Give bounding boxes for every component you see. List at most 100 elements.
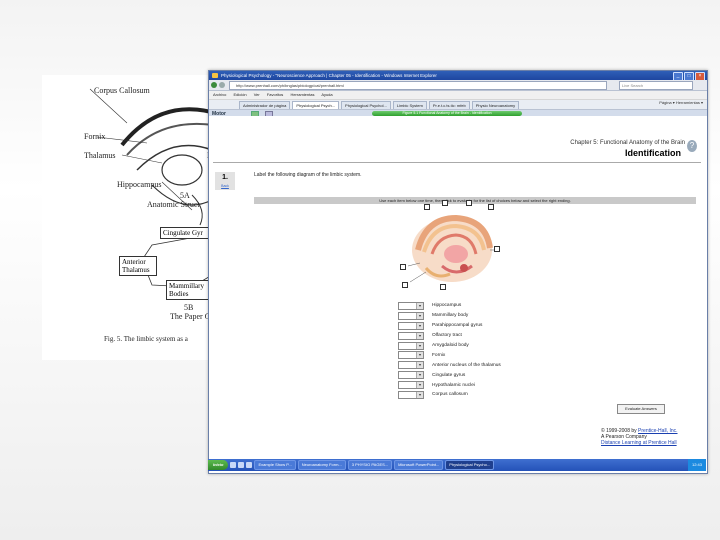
menu-item-edicion[interactable]: Edición <box>233 92 246 97</box>
answer-option: Anterior nucleus of the thalamus <box>432 362 501 368</box>
callout-box-1[interactable] <box>424 204 430 210</box>
figure-caption: Fig. 5. The limbic system as a <box>104 335 188 343</box>
answer-row: ▾ Olfactory tract <box>398 331 501 341</box>
label-paper-circuit: The Paper Ci <box>170 312 213 321</box>
dropdown-arrow-icon[interactable]: ▾ <box>416 362 423 369</box>
answer-option: Hippocampus <box>432 303 462 309</box>
menu-bar: Archivo Edición Ver Favoritos Herramient… <box>209 91 707 100</box>
answer-row: ▾ Cingulate gyrus <box>398 370 501 380</box>
question-number-text: 1. <box>222 174 228 181</box>
chapter-title: Chapter 5: Functional Anatomy of the Bra… <box>570 140 685 146</box>
tab-limbic-system[interactable]: Limbic System <box>392 101 427 109</box>
callout-box-4[interactable] <box>488 204 494 210</box>
dropdown-arrow-icon[interactable]: ▾ <box>416 372 423 379</box>
answer-option: Mammillary body <box>432 313 469 319</box>
answer-select[interactable]: ▾ <box>398 341 424 350</box>
divider <box>213 162 701 163</box>
dropdown-arrow-icon[interactable]: ▾ <box>416 322 423 329</box>
start-button[interactable]: Inicio <box>208 460 229 470</box>
question-back-link[interactable]: Back <box>215 184 235 188</box>
menu-item-ayuda[interactable]: Ayuda <box>321 92 332 97</box>
answer-row: ▾ Corpus callosum <box>398 390 501 400</box>
answer-row: ▾ Parahippocampal gyrus <box>398 321 501 331</box>
section-title: Identification <box>625 148 681 158</box>
answer-select[interactable]: ▾ <box>398 351 424 360</box>
title-bar: Physiological Psychology - "Neuroscience… <box>209 71 707 81</box>
label-hippocampus: Hippocampus <box>117 180 162 189</box>
answer-option: Amygdaloid body <box>432 343 469 348</box>
browser-window: Physiological Psychology - "Neuroscience… <box>208 70 708 474</box>
address-bar[interactable]: http://www.prenhall.com/ph/bnglas/pbiolo… <box>229 81 607 90</box>
dropdown-arrow-icon[interactable]: ▾ <box>416 391 423 398</box>
dropdown-arrow-icon[interactable]: ▾ <box>416 342 423 349</box>
brain-illustration <box>407 214 496 283</box>
menu-item-ver[interactable]: Ver <box>254 92 260 97</box>
search-input[interactable]: Live Search <box>619 81 693 90</box>
answer-select[interactable]: ▾ <box>398 371 424 380</box>
quicklaunch-ie-icon[interactable] <box>230 462 237 468</box>
help-icon[interactable]: ? <box>687 140 697 152</box>
label-5b: 5B <box>184 303 194 312</box>
answer-select[interactable]: ▾ <box>398 381 424 390</box>
answer-row: ▾ Mammillary body <box>398 311 501 321</box>
answer-select[interactable]: ▾ <box>398 321 424 330</box>
legal-link[interactable]: Distance Learning at Prentice Hall <box>601 440 678 446</box>
page-tools-commands[interactable]: Página ▾ Herramientas ▾ <box>659 100 703 105</box>
answer-row: ▾ Amygdaloid body <box>398 341 501 351</box>
quicklaunch-desktop-icon[interactable] <box>238 462 245 468</box>
tab-physiological-psych[interactable]: Physiological Psych... <box>292 101 340 109</box>
answer-option: Corpus callosum <box>432 392 468 398</box>
ie-icon <box>212 73 218 78</box>
dropdown-arrow-icon[interactable]: ▾ <box>416 352 423 359</box>
answer-select[interactable]: ▾ <box>398 331 424 340</box>
taskbar-item-4[interactable]: Microsoft PowerPoint... <box>394 460 444 470</box>
back-icon[interactable] <box>211 82 217 88</box>
taskbar: Inicio Example Show P... Neuroanatomy Fo… <box>208 459 706 471</box>
dropdown-arrow-icon[interactable]: ▾ <box>416 382 423 389</box>
forward-icon[interactable] <box>219 82 225 88</box>
callout-box-7[interactable] <box>402 282 408 288</box>
taskbar-item-1[interactable]: Example Show P... <box>254 460 296 470</box>
answer-option: Fornix <box>432 352 446 358</box>
publisher-link[interactable]: Prentice-Hall, Inc. <box>638 428 677 434</box>
label-corpus-callosum: Corpus Callosum <box>94 86 150 95</box>
callout-box-6[interactable] <box>400 264 406 270</box>
answer-list: ▾ Hippocampus ▾ Mammillary body ▾ Parahi… <box>398 301 501 400</box>
callout-box-5[interactable] <box>494 246 500 252</box>
taskbar-item-2[interactable]: Neuroanatomy Form... <box>297 460 346 470</box>
answer-select[interactable]: ▾ <box>398 301 424 310</box>
answer-option: Hypothalamic nuclei <box>432 382 475 388</box>
tab-physiological-psychol[interactable]: Physiological Psychol... <box>341 101 391 109</box>
dropdown-arrow-icon[interactable]: ▾ <box>416 312 423 319</box>
page-content: Chapter 5: Functional Anatomy of the Bra… <box>209 116 707 461</box>
quicklaunch-media-icon[interactable] <box>246 462 253 468</box>
answer-select[interactable]: ▾ <box>398 390 424 399</box>
tab-strip: Administrador de página Physiological Ps… <box>209 100 707 110</box>
taskbar-item-3[interactable]: 3 PHYSIO PAGES... <box>347 460 393 470</box>
answer-row: ▾ Anterior nucleus of the thalamus <box>398 360 501 370</box>
callout-box-8[interactable] <box>440 284 446 290</box>
copyright-text: © 1999-2008 by <box>601 428 637 434</box>
callout-box-3[interactable] <box>466 200 472 206</box>
system-tray-clock: 12:43 <box>687 459 706 471</box>
menu-item-archivo[interactable]: Archivo <box>213 92 226 97</box>
address-row: http://www.prenhall.com/ph/bnglas/pbiolo… <box>209 80 707 91</box>
taskbar-item-5[interactable]: Physiological Psycho... <box>445 460 495 470</box>
dropdown-arrow-icon[interactable]: ▾ <box>416 332 423 339</box>
menu-item-herramientas[interactable]: Herramientas <box>290 92 314 97</box>
answer-select[interactable]: ▾ <box>398 311 424 320</box>
menu-item-favoritos[interactable]: Favoritos <box>267 92 283 97</box>
tab-admin[interactable]: Administrador de página <box>239 101 291 109</box>
label-thalamus: Thalamus <box>84 151 116 160</box>
callout-box-2[interactable] <box>442 200 448 206</box>
evaluate-answers-button[interactable]: Evaluate Answers <box>617 404 665 414</box>
answer-row: ▾ Hypothalamic nuclei <box>398 380 501 390</box>
question-instruction: Label the following diagram of the limbi… <box>254 172 362 178</box>
instruction-bar: Use each item below one time, then click… <box>254 197 696 204</box>
tab-pretct[interactable]: Pr.e.t.c.ts.tic: mfeb <box>428 101 470 109</box>
tab-physio-neuroanatomy[interactable]: Physio Neuroanatomy <box>471 101 520 109</box>
answer-select[interactable]: ▾ <box>398 361 424 370</box>
dropdown-arrow-icon[interactable]: ▾ <box>416 302 423 309</box>
limbic-system-diagram <box>400 200 500 290</box>
question-number: 1. Back <box>215 172 235 190</box>
